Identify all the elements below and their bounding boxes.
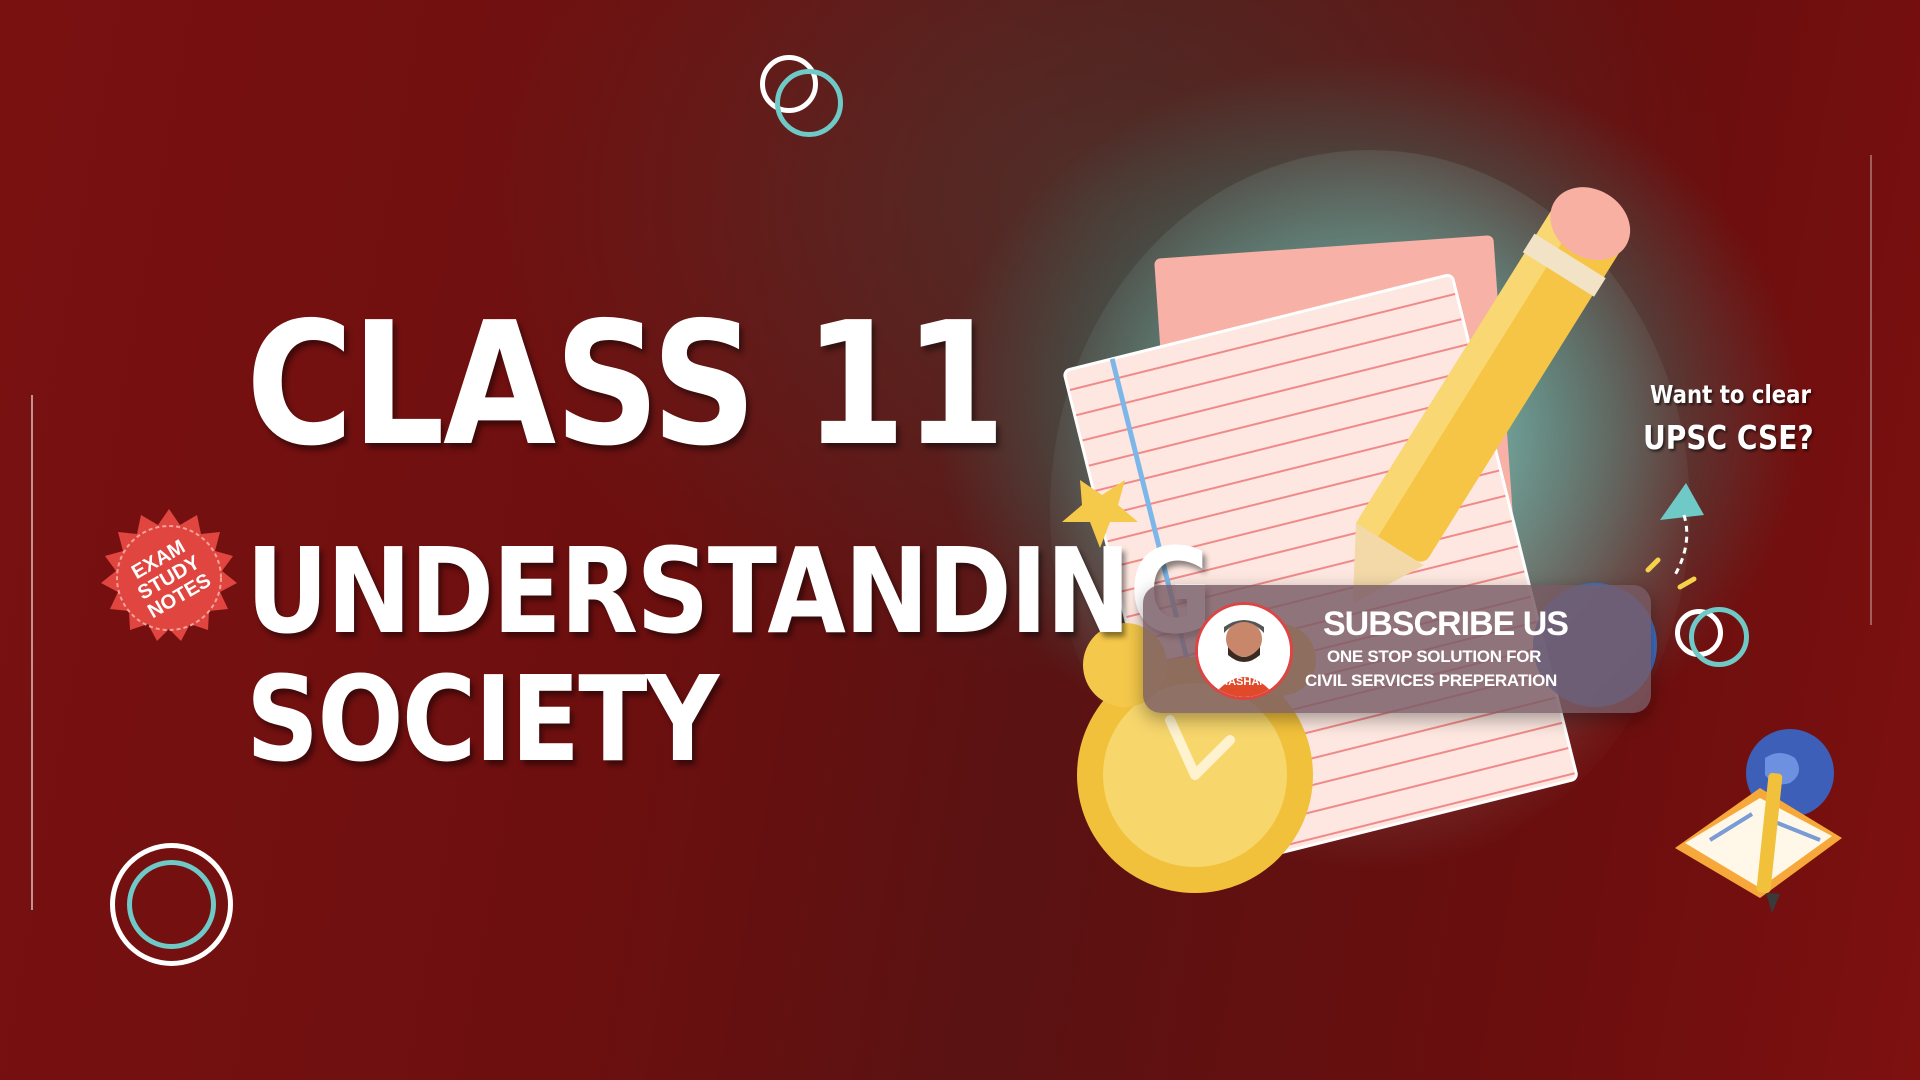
arrow-icon: [1645, 483, 1704, 590]
subscribe-card[interactable]: SHASHANK SUBSCRIBE US ONE STOP SOLUTION …: [1143, 585, 1651, 713]
promo-line-1: Want to clear: [1650, 380, 1811, 409]
rings-icon: [755, 52, 855, 152]
headline-class: CLASS 11: [246, 286, 1006, 484]
exam-study-notes-badge: EXAM STUDY NOTES: [98, 507, 240, 649]
globe-book-icon: [1675, 729, 1842, 913]
headline-understanding: UNDERSTANDING: [246, 522, 1213, 660]
avatar: SHASHANK: [1195, 602, 1293, 700]
rings-icon: [110, 843, 235, 968]
subscribe-line-2: CIVIL SERVICES PREPERATION: [1305, 671, 1557, 690]
right-divider-line: [1870, 155, 1872, 625]
headline-society: SOCIETY: [246, 650, 719, 788]
subscribe-line-1: ONE STOP SOLUTION FOR: [1327, 647, 1542, 666]
promo-line-2: UPSC CSE?: [1643, 418, 1814, 457]
left-divider-line: [31, 395, 33, 910]
svg-text:SHASHANK: SHASHANK: [1213, 676, 1275, 688]
subscribe-title: SUBSCRIBE US: [1323, 605, 1569, 643]
